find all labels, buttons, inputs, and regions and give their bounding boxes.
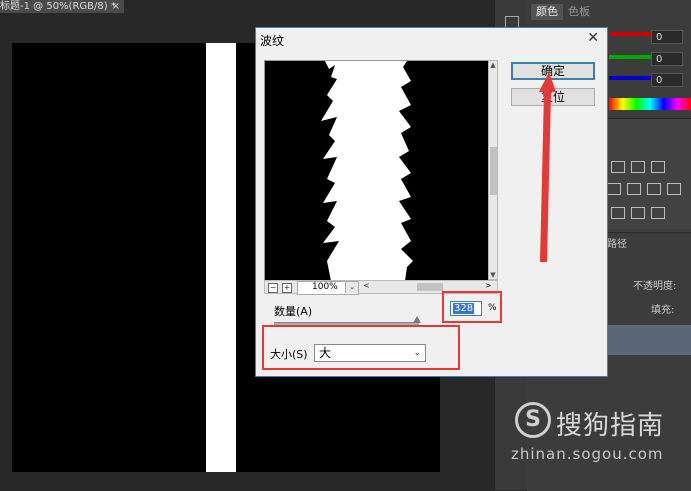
annotation-arrow — [539, 72, 556, 262]
annotation-arrow-shape — [539, 72, 556, 262]
